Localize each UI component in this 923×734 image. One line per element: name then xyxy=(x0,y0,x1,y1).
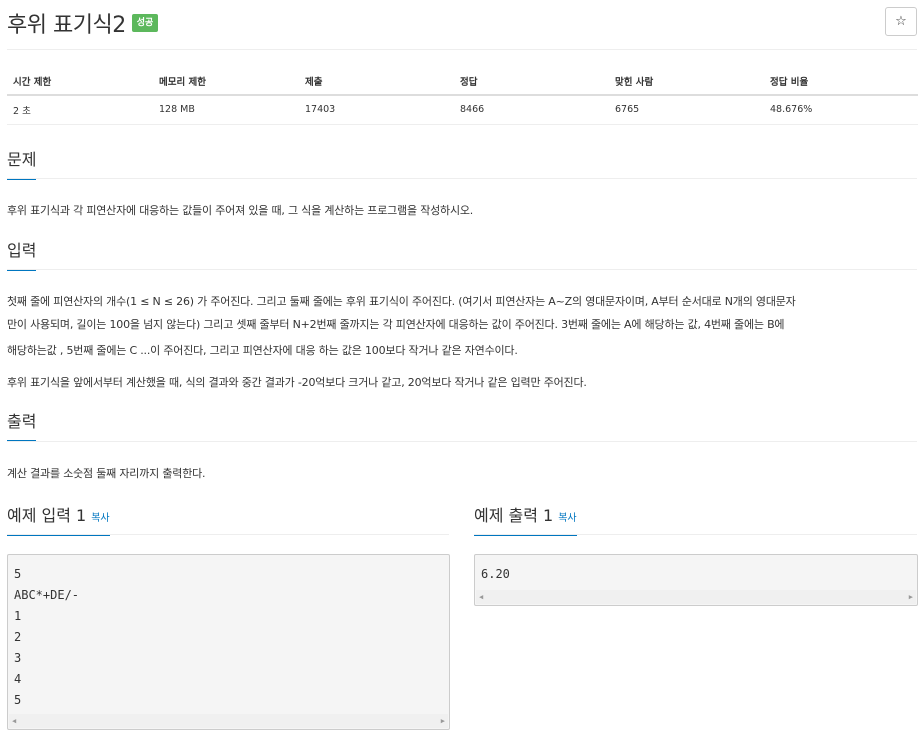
example-input-line: 5 xyxy=(14,567,22,581)
header-accepted: 정답 xyxy=(454,67,609,96)
title-divider xyxy=(7,49,917,50)
horizontal-scrollbar[interactable]: ◀ ▶ xyxy=(476,590,916,604)
example-output-line: 6.20 xyxy=(481,567,510,581)
example-input-line: 4 xyxy=(14,672,22,686)
section-divider xyxy=(7,441,917,442)
value-solvers: 6765 xyxy=(609,95,764,125)
header-solvers: 맞힌 사람 xyxy=(609,67,764,96)
problem-info-table: 시간 제한 메모리 제한 제출 정답 맞힌 사람 정답 비율 2 초 128 M… xyxy=(7,67,918,125)
header-memory-limit: 메모리 제한 xyxy=(153,67,299,96)
output-description: 계산 결과를 소숫점 둘째 자리까지 출력한다. xyxy=(7,467,206,480)
scroll-right-icon[interactable]: ▶ xyxy=(909,593,913,601)
page-title: 후위 표기식2 xyxy=(7,13,126,38)
section-divider xyxy=(7,178,917,179)
problem-section-title: 문제 xyxy=(7,149,37,180)
example-input-header: 예제 입력 1 복사 xyxy=(7,505,110,536)
value-time-limit: 2 초 xyxy=(7,95,153,125)
input-description-line2: 만이 사용되며, 길이는 100을 넘지 않는다) 그리고 셋째 줄부터 N+2… xyxy=(7,318,785,331)
example-input-line: 1 xyxy=(14,609,22,623)
example-output-lines: 6.20 xyxy=(475,555,917,585)
table-header-row: 시간 제한 메모리 제한 제출 정답 맞힌 사람 정답 비율 xyxy=(7,67,918,96)
value-ratio: 48.676% xyxy=(764,95,918,125)
header-time-limit: 시간 제한 xyxy=(7,67,153,96)
scroll-right-icon[interactable]: ▶ xyxy=(441,717,445,725)
status-badge: 성공 xyxy=(131,14,159,32)
section-divider xyxy=(474,534,917,535)
horizontal-scrollbar[interactable]: ◀ ▶ xyxy=(9,714,448,728)
example-input-title: 예제 입력 1 xyxy=(7,506,87,525)
input-section-header: 입력 xyxy=(7,240,37,271)
input-description-line1: 첫째 줄에 피연산자의 개수(1 ≤ N ≤ 26) 가 주어진다. 그리고 둘… xyxy=(7,295,796,308)
example-output-header: 예제 출력 1 복사 xyxy=(474,505,577,536)
example-output-box[interactable]: 6.20 ◀ ▶ xyxy=(474,554,918,606)
example-output-title: 예제 출력 1 xyxy=(474,506,554,525)
copy-output-link[interactable]: 복사 xyxy=(558,513,576,524)
example-input-line: 5 xyxy=(14,693,22,707)
value-memory-limit: 128 MB xyxy=(153,95,299,125)
example-input-line: 2 xyxy=(14,630,22,644)
scroll-left-icon[interactable]: ◀ xyxy=(479,593,483,601)
example-input-box[interactable]: 5 ABC*+DE/- 1 2 3 4 5 ◀ ▶ xyxy=(7,554,450,730)
example-input-line: 3 xyxy=(14,651,22,665)
input-constraint: 후위 표기식을 앞에서부터 계산했을 때, 식의 결과와 중간 결과가 -20억… xyxy=(7,376,587,389)
table-row: 2 초 128 MB 17403 8466 6765 48.676% xyxy=(7,95,918,125)
header-ratio: 정답 비율 xyxy=(764,67,918,96)
problem-section-header: 문제 xyxy=(7,149,37,180)
scroll-left-icon[interactable]: ◀ xyxy=(12,717,16,725)
value-submissions: 17403 xyxy=(299,95,454,125)
section-divider xyxy=(7,269,917,270)
problem-title-row: 후위 표기식2 성공 xyxy=(7,8,159,38)
star-icon: ☆ xyxy=(895,14,907,29)
header-submissions: 제출 xyxy=(299,67,454,96)
section-divider xyxy=(7,534,449,535)
output-section-header: 출력 xyxy=(7,411,37,442)
value-accepted: 8466 xyxy=(454,95,609,125)
example-input-line: ABC*+DE/- xyxy=(14,588,80,602)
example-input-lines: 5 ABC*+DE/- 1 2 3 4 5 xyxy=(8,555,449,711)
input-section-title: 입력 xyxy=(7,240,37,271)
output-section-title: 출력 xyxy=(7,411,37,442)
star-button[interactable]: ☆ xyxy=(885,7,917,36)
problem-description: 후위 표기식과 각 피연산자에 대응하는 값들이 주어져 있을 때, 그 식을 … xyxy=(7,204,474,217)
copy-input-link[interactable]: 복사 xyxy=(91,513,109,524)
input-description-line3: 해당하는값 , 5번째 줄에는 C ...이 주어진다, 그리고 피연산자에 대… xyxy=(7,344,518,357)
